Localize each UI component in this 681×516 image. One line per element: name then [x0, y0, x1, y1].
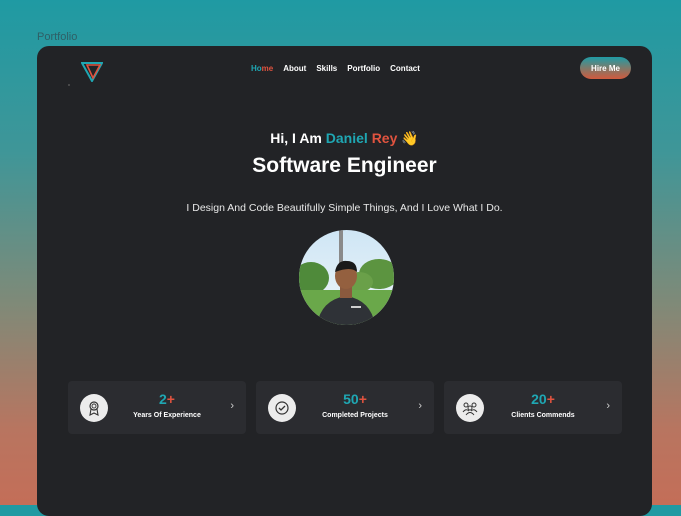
nav-home-part1: Ho [251, 64, 262, 73]
stat-value: 50+ [296, 391, 414, 407]
stat-value: 2+ [108, 391, 226, 407]
nav-home-part2: me [261, 64, 274, 73]
stat-label: Completed Projects [322, 412, 388, 419]
greeting-prefix: Hi, I Am [270, 130, 326, 146]
nav-contact[interactable]: Contact [390, 64, 420, 73]
decorative-dot [68, 84, 70, 86]
stat-card-clients[interactable]: 20+ Clients Commends › [444, 381, 622, 434]
frame-label: Portfolio [37, 31, 78, 43]
chevron-right-icon: › [606, 400, 610, 412]
nav-skills[interactable]: Skills [316, 64, 337, 73]
first-name: Daniel [325, 130, 368, 146]
stat-suffix: + [546, 391, 555, 407]
check-badge-icon [268, 394, 296, 422]
avatar [299, 230, 394, 325]
stat-label: Years Of Experience [133, 412, 201, 419]
logo-icon[interactable] [81, 60, 103, 82]
hire-me-button[interactable]: Hire Me [580, 57, 631, 79]
hero-tagline: I Design And Code Beautifully Simple Thi… [186, 202, 503, 214]
nav-portfolio[interactable]: Portfolio [347, 64, 380, 73]
stat-label: Clients Commends [511, 412, 575, 419]
portfolio-card: Home About Skills Portfolio Contact Hire… [37, 46, 652, 516]
chevron-right-icon: › [418, 400, 422, 412]
stat-card-experience[interactable]: 2+ Years Of Experience › [68, 381, 246, 434]
stat-number: 50 [343, 391, 359, 407]
nav-about[interactable]: About [283, 64, 306, 73]
stat-value: 20+ [484, 391, 602, 407]
award-icon [80, 394, 108, 422]
hero-title: Software Engineer [252, 154, 437, 177]
stat-card-projects[interactable]: 50+ Completed Projects › [256, 381, 434, 434]
chevron-right-icon: › [230, 400, 234, 412]
group-icon [456, 394, 484, 422]
stat-suffix: + [358, 391, 367, 407]
last-name: Rey [371, 130, 398, 146]
nav-home[interactable]: Home [251, 64, 273, 73]
stat-number: 20 [531, 391, 547, 407]
main-nav: Home About Skills Portfolio Contact [251, 64, 420, 73]
wave-icon: 👋 [401, 130, 419, 146]
stat-number: 2 [159, 391, 167, 407]
stat-suffix: + [166, 391, 175, 407]
hero-greeting: Hi, I Am Daniel Rey 👋 [37, 130, 652, 147]
